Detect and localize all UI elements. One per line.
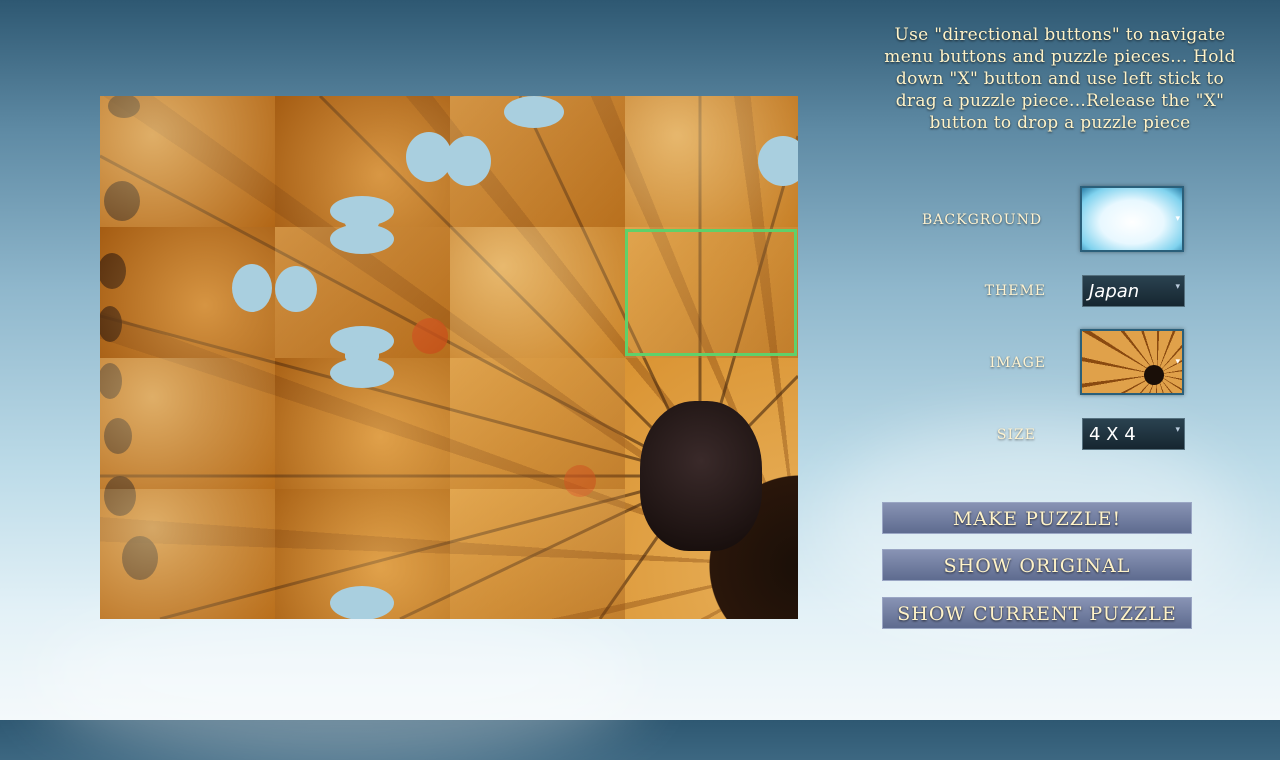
theme-label: THEME <box>984 283 1046 299</box>
umbrella-tip <box>640 401 762 551</box>
image-thumbnail-center <box>1144 365 1164 385</box>
image-label: IMAGE <box>989 355 1046 371</box>
puzzle-piece[interactable] <box>450 489 625 619</box>
image-selector[interactable]: ▾ <box>1080 329 1184 395</box>
puzzle-board[interactable] <box>100 96 798 619</box>
background-label: BACKGROUND <box>922 212 1043 228</box>
make-puzzle-button[interactable]: MAKE PUZZLE! <box>882 502 1192 534</box>
size-label: SIZE <box>996 427 1036 443</box>
instructions-text: Use "directional buttons" to navigate me… <box>884 25 1236 133</box>
show-original-button[interactable]: SHOW ORIGINAL <box>882 549 1192 581</box>
theme-dropdown[interactable]: Japan ▾ <box>1082 275 1185 307</box>
puzzle-gap <box>232 264 272 312</box>
size-dropdown[interactable]: 4 X 4 ▾ <box>1082 418 1185 450</box>
puzzle-piece[interactable] <box>450 227 625 358</box>
puzzle-piece[interactable] <box>100 96 275 227</box>
size-value: 4 X 4 <box>1089 424 1136 445</box>
puzzle-gap <box>330 224 394 254</box>
background-selector[interactable]: ▾ <box>1080 186 1184 252</box>
puzzle-piece[interactable] <box>450 358 625 489</box>
puzzle-gap <box>275 266 317 312</box>
chevron-down-icon: ▾ <box>1175 357 1180 367</box>
chevron-down-icon: ▾ <box>1175 282 1180 292</box>
theme-value: Japan <box>1089 281 1140 302</box>
puzzle-gap <box>445 136 491 186</box>
chevron-down-icon: ▾ <box>1175 214 1180 224</box>
puzzle-piece[interactable] <box>100 489 275 619</box>
puzzle-piece[interactable] <box>100 358 275 489</box>
show-current-puzzle-button[interactable]: SHOW CURRENT PUZZLE <box>882 597 1192 629</box>
selected-piece-highlight[interactable] <box>625 229 797 356</box>
chevron-down-icon: ▾ <box>1175 425 1180 435</box>
puzzle-gap <box>504 96 564 128</box>
puzzle-gap <box>330 586 394 619</box>
puzzle-gap <box>330 358 394 388</box>
